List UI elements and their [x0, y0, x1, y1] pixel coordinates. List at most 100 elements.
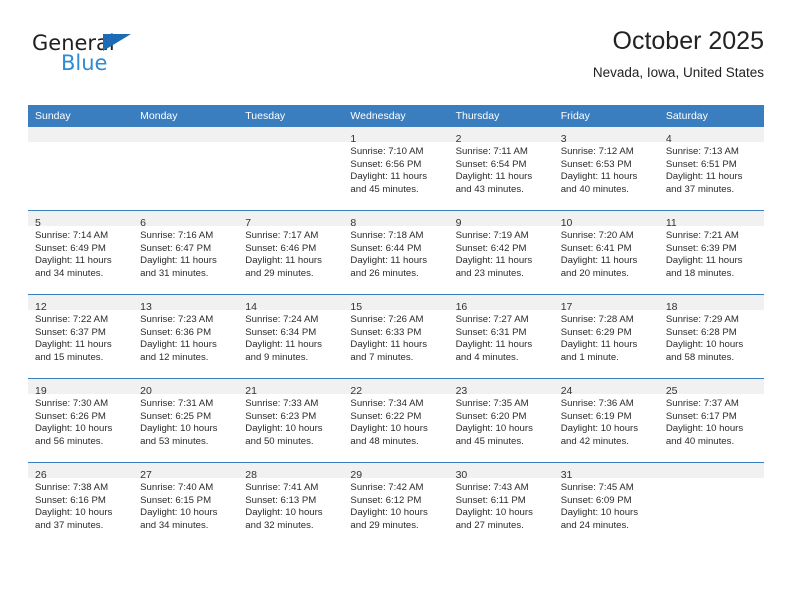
day-number: 21	[245, 385, 257, 397]
calendar-day-cell[interactable]: 9 Sunrise: 7:19 AM Sunset: 6:42 PM Daylight…	[448, 210, 554, 295]
daylight-text-line1: Daylight: 11 hours	[245, 339, 322, 350]
daylight-text-line1: Daylight: 10 hours	[350, 423, 428, 434]
daylight-text-line1: Daylight: 11 hours	[245, 255, 322, 266]
sunrise-text: Sunrise: 7:43 AM	[455, 482, 529, 493]
calendar-day-cell[interactable]: 23 Sunrise: 7:35 AM Sunset: 6:20 PM Dayligh…	[448, 378, 554, 463]
day-number-band: 17	[553, 295, 659, 313]
daylight-text-line1: Daylight: 10 hours	[665, 423, 744, 434]
day-number-band: 22	[343, 379, 449, 397]
calendar-day-cell[interactable]: 30 Sunrise: 7:43 AM Sunset: 6:11 PM Dayligh…	[448, 462, 554, 546]
calendar-day-cell[interactable]: 5 Sunrise: 7:14 AM Sunset: 6:49 PM Daylight…	[28, 210, 134, 295]
calendar-day-cell[interactable]: 16 Sunrise: 7:27 AM Sunset: 6:31 PM Dayligh…	[448, 294, 554, 379]
sunrise-text: Sunrise: 7:14 AM	[35, 230, 109, 241]
calendar-day-cell[interactable]: 12 Sunrise: 7:22 AM Sunset: 6:37 PM Dayligh…	[28, 294, 134, 379]
calendar-day-cell[interactable]: 10 Sunrise: 7:20 AM Sunset: 6:41 PM Dayligh…	[553, 210, 659, 295]
calendar-day-cell[interactable]: 11 Sunrise: 7:21 AM Sunset: 6:39 PM Dayligh…	[658, 210, 764, 295]
day-cell-body: Sunrise: 7:36 AM Sunset: 6:19 PM Daylight:…	[554, 394, 659, 448]
daylight-text-line1: Daylight: 10 hours	[140, 507, 218, 518]
day-number-band: 18	[658, 295, 764, 313]
sunset-text: Sunset: 6:15 PM	[140, 494, 212, 506]
sunrise-text: Sunrise: 7:18 AM	[350, 230, 424, 241]
calendar-day-cell[interactable]: 21 Sunrise: 7:33 AM Sunset: 6:23 PM Dayligh…	[238, 378, 344, 463]
daylight-text-line1: Daylight: 11 hours	[560, 339, 638, 350]
day-number: 1	[350, 133, 357, 145]
daylight-text-line2: and 12 minutes.	[140, 351, 209, 363]
daylight-text-line2: and 1 minute.	[560, 351, 619, 363]
day-number: 18	[665, 301, 678, 313]
calendar-day-cell[interactable]: 27 Sunrise: 7:40 AM Sunset: 6:15 PM Dayligh…	[133, 462, 239, 546]
sunset-text: Sunset: 6:44 PM	[350, 242, 422, 254]
daylight-text-line2: and 34 minutes.	[35, 267, 104, 279]
calendar-day-cell[interactable]: 7 Sunrise: 7:17 AM Sunset: 6:46 PM Daylight…	[238, 210, 344, 295]
calendar-day-cell[interactable]: 24 Sunrise: 7:36 AM Sunset: 6:19 PM Dayligh…	[553, 378, 659, 463]
general-blue-logo[interactable]: General Blue	[32, 32, 232, 88]
calendar-day-cell[interactable]: 6 Sunrise: 7:16 AM Sunset: 6:47 PM Daylight…	[133, 210, 239, 295]
day-number: 7	[245, 217, 252, 229]
day-cell-body: Sunrise: 7:29 AM Sunset: 6:28 PM Daylight:…	[659, 310, 764, 364]
daylight-text-line2: and 24 minutes.	[560, 519, 629, 531]
calendar-day-cell[interactable]: 14 Sunrise: 7:24 AM Sunset: 6:34 PM Dayligh…	[238, 294, 344, 379]
calendar-day-cell[interactable]: 28 Sunrise: 7:41 AM Sunset: 6:13 PM Dayligh…	[238, 462, 344, 546]
weekday-header-monday: Monday	[133, 105, 239, 127]
day-cell-body: Sunrise: 7:22 AM Sunset: 6:37 PM Daylight:…	[28, 310, 133, 364]
day-cell-body	[28, 142, 133, 146]
sunset-text: Sunset: 6:42 PM	[455, 242, 527, 254]
sunrise-text: Sunrise: 7:24 AM	[245, 314, 319, 325]
sunset-text: Sunset: 6:16 PM	[35, 494, 106, 506]
day-cell-body: Sunrise: 7:28 AM Sunset: 6:29 PM Daylight:…	[554, 310, 659, 364]
day-number: 19	[35, 385, 47, 397]
sunset-text: Sunset: 6:34 PM	[245, 326, 317, 338]
calendar-day-cell[interactable]: 22 Sunrise: 7:34 AM Sunset: 6:22 PM Dayligh…	[343, 378, 449, 463]
daylight-text-line1: Daylight: 11 hours	[350, 255, 428, 266]
day-number: 31	[560, 469, 573, 481]
daylight-text-line2: and 7 minutes.	[350, 351, 414, 363]
calendar-day-cell[interactable]: 31 Sunrise: 7:45 AM Sunset: 6:09 PM Dayligh…	[553, 462, 659, 546]
calendar-day-cell-empty	[658, 462, 764, 546]
sunset-text: Sunset: 6:20 PM	[455, 410, 527, 422]
daylight-text-line2: and 50 minutes.	[245, 435, 314, 447]
sunset-text: Sunset: 6:29 PM	[560, 326, 632, 338]
daylight-text-line1: Daylight: 10 hours	[455, 507, 533, 518]
calendar-day-cell[interactable]: 29 Sunrise: 7:42 AM Sunset: 6:12 PM Dayligh…	[343, 462, 449, 546]
daylight-text-line2: and 20 minutes.	[560, 267, 629, 279]
page-header: General Blue October 2025 Nevada, Iowa, …	[28, 26, 764, 96]
calendar-day-cell[interactable]: 20 Sunrise: 7:31 AM Sunset: 6:25 PM Dayligh…	[133, 378, 239, 463]
calendar-day-cell[interactable]: 13 Sunrise: 7:23 AM Sunset: 6:36 PM Dayligh…	[133, 294, 239, 379]
daylight-text-line2: and 31 minutes.	[140, 267, 209, 279]
day-number-band: 29	[343, 463, 449, 481]
calendar-day-cell[interactable]: 4 Sunrise: 7:13 AM Sunset: 6:51 PM Daylight…	[658, 127, 764, 211]
daylight-text-line1: Daylight: 10 hours	[350, 507, 428, 518]
calendar-day-cell[interactable]: 3 Sunrise: 7:12 AM Sunset: 6:53 PM Daylight…	[553, 127, 659, 211]
calendar-day-cell[interactable]: 26 Sunrise: 7:38 AM Sunset: 6:16 PM Dayligh…	[28, 462, 134, 546]
daylight-text-line2: and 27 minutes.	[455, 519, 524, 531]
calendar-week-row: 26 Sunrise: 7:38 AM Sunset: 6:16 PM Dayligh…	[28, 462, 764, 546]
calendar-day-cell[interactable]: 15 Sunrise: 7:26 AM Sunset: 6:33 PM Dayligh…	[343, 294, 449, 379]
daylight-text-line2: and 37 minutes.	[35, 519, 104, 531]
day-cell-body: Sunrise: 7:19 AM Sunset: 6:42 PM Daylight:…	[449, 226, 554, 280]
day-number-band: 12	[28, 295, 134, 313]
day-cell-body: Sunrise: 7:23 AM Sunset: 6:36 PM Daylight:…	[133, 310, 238, 364]
day-number: 28	[245, 469, 257, 481]
calendar-day-cell[interactable]: 18 Sunrise: 7:29 AM Sunset: 6:28 PM Dayligh…	[658, 294, 764, 379]
calendar-day-cell[interactable]: 17 Sunrise: 7:28 AM Sunset: 6:29 PM Dayligh…	[553, 294, 659, 379]
calendar-day-cell-empty	[28, 127, 134, 211]
calendar-day-cell[interactable]: 1 Sunrise: 7:10 AM Sunset: 6:56 PM Daylight…	[343, 127, 449, 211]
calendar-day-cell[interactable]: 25 Sunrise: 7:37 AM Sunset: 6:17 PM Dayligh…	[658, 378, 764, 463]
day-number: 11	[665, 217, 677, 229]
weekday-header-tuesday: Tuesday	[238, 105, 344, 127]
day-cell-body	[659, 478, 764, 482]
day-number: 25	[665, 385, 678, 397]
sunrise-text: Sunrise: 7:38 AM	[35, 482, 109, 493]
sunrise-text: Sunrise: 7:12 AM	[560, 146, 634, 157]
daylight-text-line1: Daylight: 11 hours	[665, 171, 743, 182]
day-number: 15	[350, 301, 363, 313]
daylight-text-line1: Daylight: 10 hours	[35, 423, 113, 434]
sunrise-text: Sunrise: 7:33 AM	[245, 398, 319, 409]
day-cell-body: Sunrise: 7:42 AM Sunset: 6:12 PM Daylight:…	[343, 478, 448, 532]
day-cell-body: Sunrise: 7:37 AM Sunset: 6:17 PM Daylight:…	[659, 394, 764, 448]
calendar-day-cell[interactable]: 2 Sunrise: 7:11 AM Sunset: 6:54 PM Daylight…	[448, 127, 554, 211]
calendar-day-cell[interactable]: 8 Sunrise: 7:18 AM Sunset: 6:44 PM Daylight…	[343, 210, 449, 295]
sunset-text: Sunset: 6:31 PM	[455, 326, 527, 338]
calendar-day-cell[interactable]: 19 Sunrise: 7:30 AM Sunset: 6:26 PM Dayligh…	[28, 378, 134, 463]
daylight-text-line1: Daylight: 11 hours	[455, 171, 533, 182]
